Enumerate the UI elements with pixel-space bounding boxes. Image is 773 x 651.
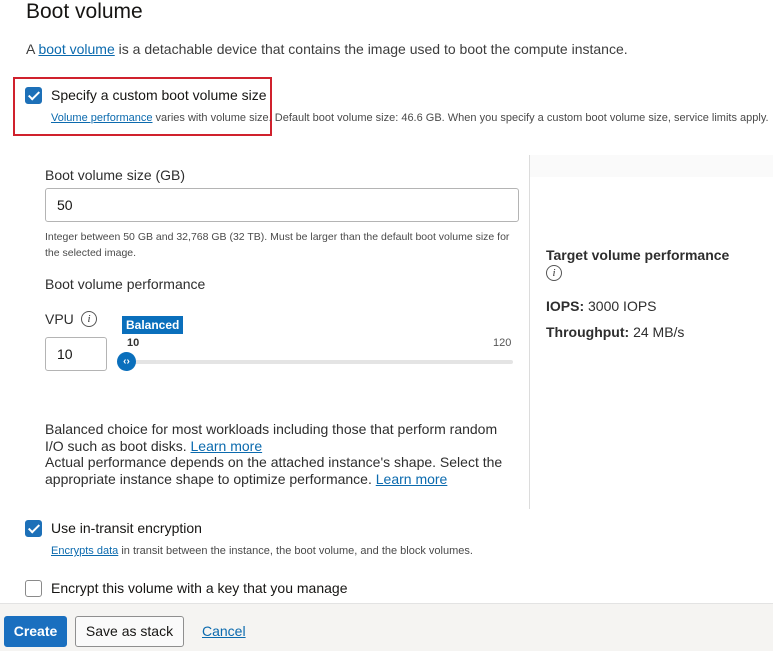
- throughput-value: 24 MB/s: [629, 324, 685, 340]
- vpu-info-icon[interactable]: i: [81, 311, 97, 327]
- save-as-stack-button[interactable]: Save as stack: [75, 616, 184, 647]
- cancel-link[interactable]: Cancel: [202, 623, 246, 639]
- target-info-icon[interactable]: i: [546, 265, 562, 281]
- vpu-slider-thumb[interactable]: ‹›: [117, 352, 136, 371]
- target-performance-title: Target volume performance: [546, 247, 730, 263]
- desc-line1: Balanced choice for most workloads inclu…: [45, 421, 498, 454]
- vpu-label: VPU: [45, 311, 74, 327]
- size-field-hint: Integer between 50 GB and 32,768 GB (32 …: [45, 231, 510, 259]
- vpu-slider-track[interactable]: [127, 360, 513, 364]
- create-button[interactable]: Create: [4, 616, 67, 647]
- target-panel-header: [530, 155, 773, 177]
- boot-volume-size-input[interactable]: [45, 188, 519, 222]
- in-transit-help-text: in transit between the instance, the boo…: [118, 545, 473, 557]
- iops-metric: IOPS: 3000 IOPS: [546, 298, 657, 314]
- iops-label: IOPS:: [546, 298, 585, 314]
- custom-size-help-text: varies with volume size. Default boot vo…: [152, 112, 769, 124]
- performance-label: Boot volume performance: [45, 276, 206, 292]
- throughput-label: Throughput:: [546, 324, 630, 340]
- boot-volume-link[interactable]: boot volume: [38, 41, 114, 57]
- action-bar: Create Save as stack Cancel: [0, 603, 773, 651]
- section-title: Boot volume: [26, 0, 143, 23]
- custom-size-help: Volume performance varies with volume si…: [51, 112, 769, 124]
- vpu-input[interactable]: [45, 337, 107, 371]
- learn-more-link-1[interactable]: Learn more: [191, 438, 263, 454]
- section-intro: A boot volume is a detachable device tha…: [26, 41, 628, 57]
- slider-min-label: 10: [127, 337, 140, 349]
- in-transit-help: Encrypts data in transit between the ins…: [51, 545, 473, 557]
- throughput-metric: Throughput: 24 MB/s: [546, 324, 684, 340]
- highlight-box: [13, 77, 272, 136]
- intro-suffix: is a detachable device that contains the…: [114, 41, 628, 57]
- in-transit-encryption-label[interactable]: Use in-transit encryption: [51, 520, 202, 536]
- custom-size-checkbox[interactable]: [25, 87, 42, 104]
- own-key-checkbox[interactable]: [25, 580, 42, 597]
- slider-max-label: 120: [493, 337, 512, 349]
- panel-divider: [529, 155, 530, 509]
- own-key-label[interactable]: Encrypt this volume with a key that you …: [51, 580, 347, 596]
- intro-prefix: A: [26, 41, 39, 57]
- slider-value-badge: Balanced: [122, 316, 184, 334]
- size-field-label: Boot volume size (GB): [45, 167, 186, 183]
- iops-value: 3000 IOPS: [584, 298, 657, 314]
- in-transit-encryption-checkbox[interactable]: [25, 520, 42, 537]
- learn-more-link-2[interactable]: Learn more: [376, 471, 448, 487]
- custom-size-label[interactable]: Specify a custom boot volume size: [51, 87, 267, 103]
- volume-performance-link[interactable]: Volume performance: [51, 112, 153, 124]
- performance-description: Balanced choice for most workloads inclu…: [45, 421, 515, 487]
- encrypts-data-link[interactable]: Encrypts data: [51, 545, 118, 557]
